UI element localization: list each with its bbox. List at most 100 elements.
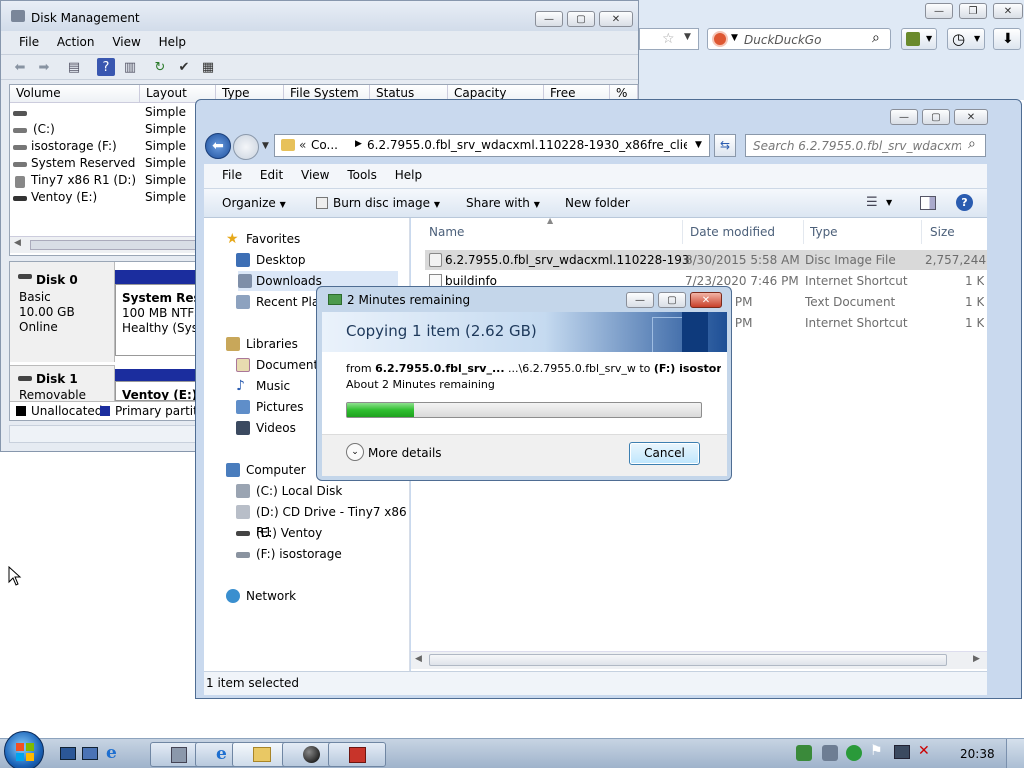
forward-button[interactable] [233, 134, 259, 160]
burn-disc-image-button[interactable]: Burn disc image ▼ [333, 196, 440, 210]
nav-e-drive[interactable]: (E:) Ventoy [236, 523, 322, 543]
cancel-button[interactable]: Cancel [629, 442, 700, 465]
nav-computer[interactable]: Computer [226, 460, 306, 480]
horizontal-scrollbar[interactable]: ◀ ▶ [411, 651, 987, 669]
table-row[interactable]: Simple [13, 105, 203, 122]
breadcrumb-overflow-icon[interactable]: « [299, 138, 306, 152]
maximize-button[interactable]: ▢ [658, 292, 686, 308]
new-folder-button[interactable]: New folder [565, 196, 630, 210]
view-dropdown-icon[interactable]: ▼ [886, 198, 892, 207]
search-input[interactable]: Search 6.2.7955.0.fbl_srv_wdacxml.110...… [745, 134, 986, 157]
help-icon[interactable]: ? [97, 58, 115, 76]
back-icon[interactable]: ⬅ [11, 58, 29, 76]
disk1-info[interactable]: Disk 1 Removable [10, 365, 115, 402]
menu-help[interactable]: Help [159, 35, 186, 49]
refresh-icon[interactable]: ↻ [151, 58, 169, 76]
nav-pictures[interactable]: Pictures [236, 397, 304, 417]
minimize-button[interactable]: — [890, 109, 918, 125]
table-row[interactable]: 6.2.7955.0.fbl_srv_wdacxml.110228-1930_.… [425, 250, 987, 270]
column-header-date-modified[interactable]: Date modified [690, 225, 775, 239]
history-button[interactable]: ◷ ▼ [947, 28, 985, 50]
preview-pane-icon[interactable] [920, 196, 936, 210]
nav-music[interactable]: ♪ Music [236, 376, 290, 396]
settings-icon[interactable]: ▦ [199, 58, 217, 76]
network-connection-icon[interactable] [894, 745, 910, 759]
breadcrumb-separator-icon[interactable]: ▶ [355, 139, 362, 149]
disk0-info[interactable]: Disk 0 Basic 10.00 GB Online [10, 262, 115, 362]
web-search-box[interactable]: ▼ DuckDuckGo ⌕ [707, 28, 891, 50]
url-bar-end[interactable]: ☆ ▼ [639, 28, 699, 50]
menu-edit[interactable]: Edit [260, 168, 283, 182]
minimize-button[interactable]: — [626, 292, 654, 308]
menu-tools[interactable]: Tools [347, 168, 377, 182]
bookmark-star-icon[interactable]: ☆ [662, 31, 675, 47]
menu-action[interactable]: Action [57, 35, 95, 49]
start-button[interactable] [4, 731, 44, 768]
column-header-size[interactable]: Size [930, 225, 955, 239]
search-icon[interactable]: ⌕ [872, 30, 880, 46]
destination-link[interactable]: (F:) isostorage [654, 362, 721, 375]
organize-button[interactable]: Organize ▼ [222, 196, 286, 210]
close-button[interactable]: ✕ [690, 292, 722, 308]
help-icon[interactable]: ? [956, 194, 973, 211]
back-button[interactable]: ⬅ [205, 133, 231, 159]
partition-ventoy[interactable]: Ventoy (E:) [115, 381, 199, 401]
menu-file[interactable]: File [222, 168, 242, 182]
dropdown-arrow-icon[interactable]: ▼ [731, 33, 738, 43]
scroll-thumb[interactable] [30, 240, 200, 250]
menu-help[interactable]: Help [395, 168, 422, 182]
clock[interactable]: 20:38 [960, 747, 995, 761]
breadcrumb-computer[interactable]: Co... [311, 138, 338, 152]
show-desktop-button[interactable] [1006, 739, 1024, 768]
address-bar[interactable]: « Co... ▶ 6.2.7955.0.fbl_srv_wdacxml.110… [274, 134, 710, 157]
partition-system-reserved[interactable]: System Rese 100 MB NTFS Healthy (Syste [115, 284, 199, 356]
dropdown-arrow-icon[interactable]: ▼ [684, 32, 691, 42]
scroll-left-icon[interactable]: ◀ [14, 238, 21, 248]
recent-pages-icon[interactable]: ▼ [262, 141, 269, 151]
refresh-icon[interactable]: ⇆ [714, 134, 736, 157]
forward-icon[interactable]: ➡ [35, 58, 53, 76]
action-pane-icon[interactable]: ▥ [121, 58, 139, 76]
horizontal-scrollbar[interactable]: ◀ [10, 236, 200, 253]
properties-icon[interactable]: ✔ [175, 58, 193, 76]
close-button[interactable]: ✕ [954, 109, 988, 125]
nav-favorites[interactable]: ★ Favorites [226, 229, 300, 249]
nav-libraries[interactable]: Libraries [226, 334, 298, 354]
column-header-type[interactable]: Type [810, 225, 838, 239]
nav-network[interactable]: Network [226, 586, 296, 606]
menu-file[interactable]: File [19, 35, 39, 49]
browser-maximize-button[interactable]: ❐ [959, 3, 987, 19]
switch-windows-icon[interactable] [82, 747, 98, 760]
table-row[interactable]: System Reserved Simple [13, 156, 203, 173]
nav-documents[interactable]: Documents [236, 355, 324, 375]
nav-f-drive[interactable]: (F:) isostorage [236, 544, 342, 564]
volume-muted-icon[interactable]: ✕ [918, 743, 930, 759]
network-tray-icon[interactable] [796, 745, 812, 761]
nav-c-drive[interactable]: (C:) Local Disk [236, 481, 342, 501]
source-folder-link[interactable]: 6.2.7955.0.fbl_srv_... [375, 362, 504, 375]
internet-explorer-icon[interactable]: e [106, 743, 117, 763]
chevron-down-icon[interactable]: ⌄ [346, 443, 364, 461]
nav-d-drive[interactable]: (D:) CD Drive - Tiny7 x86 R1 [236, 502, 409, 539]
browser-minimize-button[interactable]: — [925, 3, 953, 19]
column-header-volume[interactable]: Volume [10, 85, 140, 103]
security-tray-icon[interactable] [846, 745, 862, 761]
nav-desktop[interactable]: Desktop [236, 250, 306, 270]
downloads-button[interactable]: ⬇ [993, 28, 1021, 50]
share-with-button[interactable]: Share with ▼ [466, 196, 540, 210]
breadcrumb-current-folder[interactable]: 6.2.7955.0.fbl_srv_wdacxml.110228-1930_x… [367, 138, 687, 152]
nav-videos[interactable]: Videos [236, 418, 296, 438]
column-header-name[interactable]: Name [429, 225, 464, 239]
table-row[interactable]: Tiny7 x86 R1 (D:) Simple [13, 173, 203, 190]
scroll-left-icon[interactable]: ◀ [415, 654, 422, 664]
maximize-button[interactable]: ▢ [922, 109, 950, 125]
address-dropdown-icon[interactable]: ▼ [695, 140, 702, 150]
minimize-button[interactable]: — [535, 11, 563, 27]
table-row[interactable]: Ventoy (E:) Simple [13, 190, 203, 207]
menu-view[interactable]: View [112, 35, 140, 49]
change-view-icon[interactable]: ☰ [866, 195, 878, 210]
close-button[interactable]: ✕ [599, 11, 633, 27]
browser-close-button[interactable]: ✕ [993, 3, 1023, 19]
more-details-toggle[interactable]: More details [368, 446, 442, 460]
maximize-button[interactable]: ▢ [567, 11, 595, 27]
